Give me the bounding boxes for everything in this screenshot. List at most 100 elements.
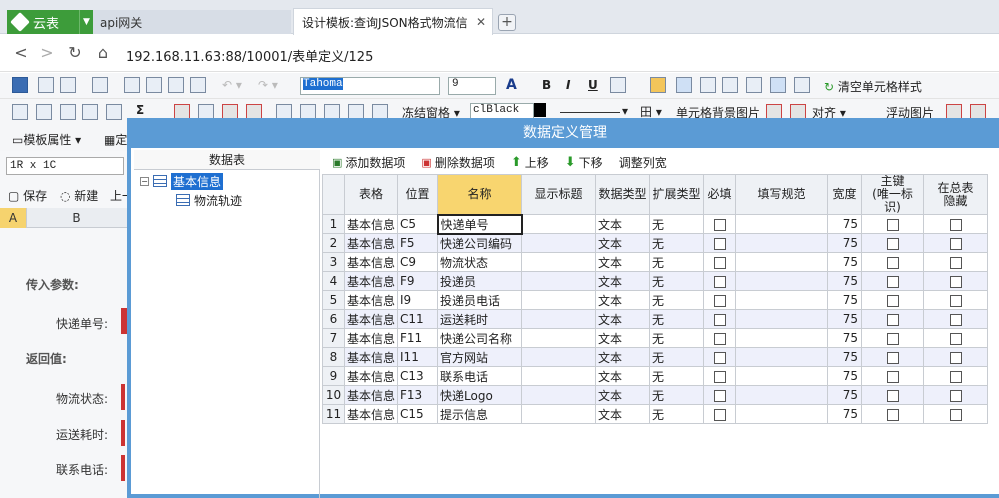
cut-icon[interactable]: [124, 77, 140, 93]
cell-position[interactable]: F11: [397, 328, 439, 348]
primary-key-checkbox[interactable]: [886, 351, 899, 364]
cell-required[interactable]: [703, 309, 737, 329]
hide-in-summary-checkbox[interactable]: [949, 275, 962, 288]
hide-in-summary-checkbox[interactable]: [949, 370, 962, 383]
align-left-icon[interactable]: [676, 77, 692, 93]
cell-data-type[interactable]: 文本: [595, 252, 651, 272]
cell-data-type[interactable]: 文本: [595, 404, 651, 424]
cell-name[interactable]: 快递公司名称: [437, 328, 523, 348]
cell-table[interactable]: 基本信息: [343, 252, 399, 272]
cell-display-title[interactable]: [521, 271, 597, 291]
cell-position[interactable]: F13: [397, 385, 439, 405]
table-row[interactable]: 5 基本信息 I9 投递员电话 文本无 75: [322, 290, 989, 310]
required-checkbox[interactable]: [713, 389, 726, 402]
cell-primary-key[interactable]: [861, 404, 925, 424]
cell-fill-spec[interactable]: [735, 328, 829, 348]
refresh-icon[interactable]: ↻: [64, 42, 86, 64]
cell-data-type[interactable]: 文本: [595, 290, 651, 310]
required-checkbox[interactable]: [713, 275, 726, 288]
cell-ext-type[interactable]: 无: [649, 404, 705, 424]
column-a-header[interactable]: A: [0, 208, 26, 228]
transit-time-cell[interactable]: [121, 420, 125, 446]
cell-hide-in-summary[interactable]: [923, 290, 989, 310]
table-row[interactable]: 9 基本信息 C13 联系电话 文本无 75: [322, 366, 989, 386]
cell-hide-in-summary[interactable]: [923, 366, 989, 386]
cell-hide-in-summary[interactable]: [923, 404, 989, 424]
cell-width[interactable]: 75: [827, 290, 863, 310]
cell-fill-spec[interactable]: [735, 366, 829, 386]
cell-primary-key[interactable]: [861, 328, 925, 348]
tab-design-template[interactable]: 设计模板:查询JSON格式物流信: [293, 8, 493, 35]
cell-required[interactable]: [703, 233, 737, 253]
redo-icon[interactable]: ↷ ▾: [258, 78, 278, 92]
cell-hide-in-summary[interactable]: [923, 328, 989, 348]
hide-in-summary-checkbox[interactable]: [949, 408, 962, 421]
align-right-icon[interactable]: [722, 77, 738, 93]
template-other-button[interactable]: ▦定: [104, 131, 127, 148]
cell-hide-in-summary[interactable]: [923, 252, 989, 272]
cell-name[interactable]: 快递单号: [436, 213, 523, 235]
col-header-position[interactable]: 位置: [397, 174, 439, 215]
tab-api-gateway[interactable]: api网关: [93, 10, 291, 34]
cell-table[interactable]: 基本信息: [343, 271, 399, 291]
cell-name[interactable]: 联系电话: [437, 366, 523, 386]
cell-width[interactable]: 75: [827, 385, 863, 405]
required-checkbox[interactable]: [713, 351, 726, 364]
undo-icon[interactable]: ↶ ▾: [222, 78, 242, 92]
cell-hide-in-summary[interactable]: [923, 271, 989, 291]
cell-position[interactable]: C5: [397, 214, 439, 234]
cell-display-title[interactable]: [521, 347, 597, 367]
cell-ext-type[interactable]: 无: [649, 271, 705, 291]
primary-key-checkbox[interactable]: [886, 408, 899, 421]
format-painter-icon[interactable]: [190, 77, 206, 93]
cell-ext-type[interactable]: 无: [649, 290, 705, 310]
font-color-icon[interactable]: A: [506, 77, 517, 93]
new-button[interactable]: ◌ 新建: [60, 187, 98, 204]
cell-display-title[interactable]: [521, 366, 597, 386]
cell-table[interactable]: 基本信息: [343, 328, 399, 348]
brand-tab[interactable]: 云表: [7, 10, 79, 34]
cell-ext-type[interactable]: 无: [649, 385, 705, 405]
cell-fill-spec[interactable]: [735, 309, 829, 329]
distribute-icon[interactable]: [746, 77, 762, 93]
cell-table[interactable]: 基本信息: [343, 366, 399, 386]
cell-width[interactable]: 75: [827, 214, 863, 234]
hide-in-summary-checkbox[interactable]: [949, 256, 962, 269]
cell-name[interactable]: 提示信息: [437, 404, 523, 424]
cell-width[interactable]: 75: [827, 252, 863, 272]
cell-ext-type[interactable]: 无: [649, 309, 705, 329]
add-item-button[interactable]: ▣ 添加数据项: [332, 154, 405, 171]
required-checkbox[interactable]: [713, 313, 726, 326]
cell-primary-key[interactable]: [861, 214, 925, 234]
cell-position[interactable]: C11: [397, 309, 439, 329]
required-checkbox[interactable]: [713, 256, 726, 269]
cell-table[interactable]: 基本信息: [343, 347, 399, 367]
url-field[interactable]: 192.168.11.63:88/10001/表单定义/125: [126, 46, 373, 65]
primary-key-checkbox[interactable]: [886, 237, 899, 250]
cell-position[interactable]: C9: [397, 252, 439, 272]
cell-display-title[interactable]: [521, 214, 597, 234]
cell-table[interactable]: 基本信息: [343, 214, 399, 234]
cell-table[interactable]: 基本信息: [343, 404, 399, 424]
merge-icon[interactable]: [82, 104, 98, 120]
cell-required[interactable]: [703, 252, 737, 272]
table-row[interactable]: 1 基本信息 C5 快递单号 文本无 75: [322, 213, 989, 235]
cell-name[interactable]: 快递公司编码: [437, 233, 523, 253]
col-header-width[interactable]: 宽度: [827, 174, 863, 215]
bold-button[interactable]: B: [542, 78, 551, 92]
cell-hide-in-summary[interactable]: [923, 385, 989, 405]
cell-name[interactable]: 快递Logo: [437, 385, 523, 405]
col-header-data-type[interactable]: 数据类型: [595, 174, 651, 215]
primary-key-checkbox[interactable]: [886, 389, 899, 402]
font-name-select[interactable]: Tahoma: [300, 77, 440, 95]
cell-data-type[interactable]: 文本: [595, 385, 651, 405]
cell-display-title[interactable]: [521, 385, 597, 405]
cell-position[interactable]: C13: [397, 366, 439, 386]
brand-menu-chevron-icon[interactable]: ▼: [79, 10, 93, 34]
cell-hide-in-summary[interactable]: [923, 347, 989, 367]
cell-ext-type[interactable]: 无: [649, 252, 705, 272]
cell-table[interactable]: 基本信息: [343, 385, 399, 405]
cell-display-title[interactable]: [521, 328, 597, 348]
cell-primary-key[interactable]: [861, 252, 925, 272]
cell-data-type[interactable]: 文本: [595, 366, 651, 386]
